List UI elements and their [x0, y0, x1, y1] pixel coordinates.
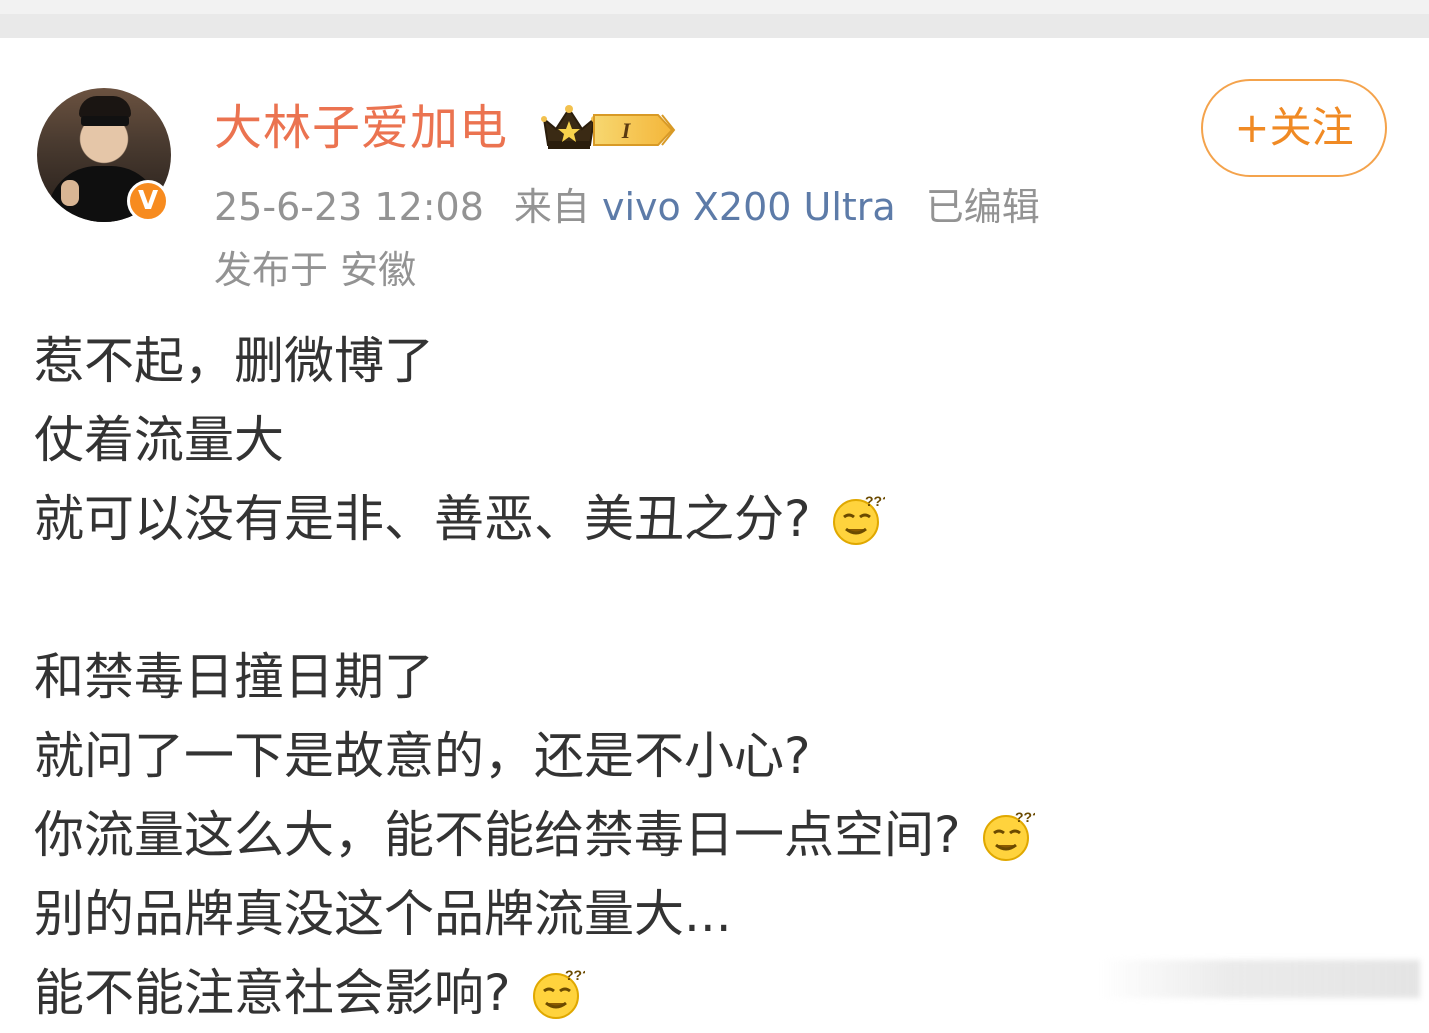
source-prefix: 来自 [513, 185, 590, 229]
post-meta: 25-6-23 12:08 来自 vivo X200 Ultra 已编辑 [214, 181, 1040, 233]
location-label: 发布于 安徽 [214, 248, 417, 292]
content-line: 仗着流量大 [34, 411, 284, 469]
content-line: 惹不起，删微博了 [34, 332, 434, 390]
svg-text:???: ??? [565, 967, 585, 983]
verified-v-icon: V [127, 180, 169, 222]
thinking-emoji-icon: ??? [982, 809, 1035, 861]
content-line: 你流量这么大，能不能给禁毒日一点空间???? [34, 796, 1414, 875]
avatar-glasses [81, 116, 129, 126]
avatar-thumb [61, 180, 79, 206]
avatar-hair [79, 96, 131, 118]
content-blank-line [34, 559, 1414, 638]
content-line: 和禁毒日撞日期了 [34, 648, 434, 706]
watermark-blur [1100, 960, 1420, 998]
svg-text:???: ??? [1015, 809, 1035, 825]
crown-icon [541, 105, 597, 149]
content-line: 别的品牌真没这个品牌流量大... [34, 885, 732, 943]
author-name[interactable]: 大林子爱加电 [214, 96, 508, 160]
follow-button[interactable]: +关注 [1201, 79, 1387, 177]
vip-badge[interactable]: I [540, 103, 676, 153]
top-separator-strip [0, 0, 1429, 38]
svg-text:???: ??? [865, 493, 885, 509]
content-line: 就问了一下是故意的，还是不小心? [34, 727, 811, 785]
thinking-emoji-icon: ??? [532, 967, 585, 1019]
post-content: 惹不起，删微博了 仗着流量大 就可以没有是非、善恶、美丑之分???? 和禁毒日撞… [34, 322, 1414, 1033]
device-link[interactable]: vivo X200 Ultra [602, 185, 896, 229]
edited-label[interactable]: 已编辑 [926, 185, 1040, 229]
vip-level-icon: I [593, 114, 676, 146]
post-timestamp: 25-6-23 12:08 [214, 185, 484, 229]
thinking-emoji-icon: ??? [832, 493, 885, 545]
vip-level-text: I [621, 118, 632, 143]
content-line: 就可以没有是非、善恶、美丑之分???? [34, 480, 1414, 559]
